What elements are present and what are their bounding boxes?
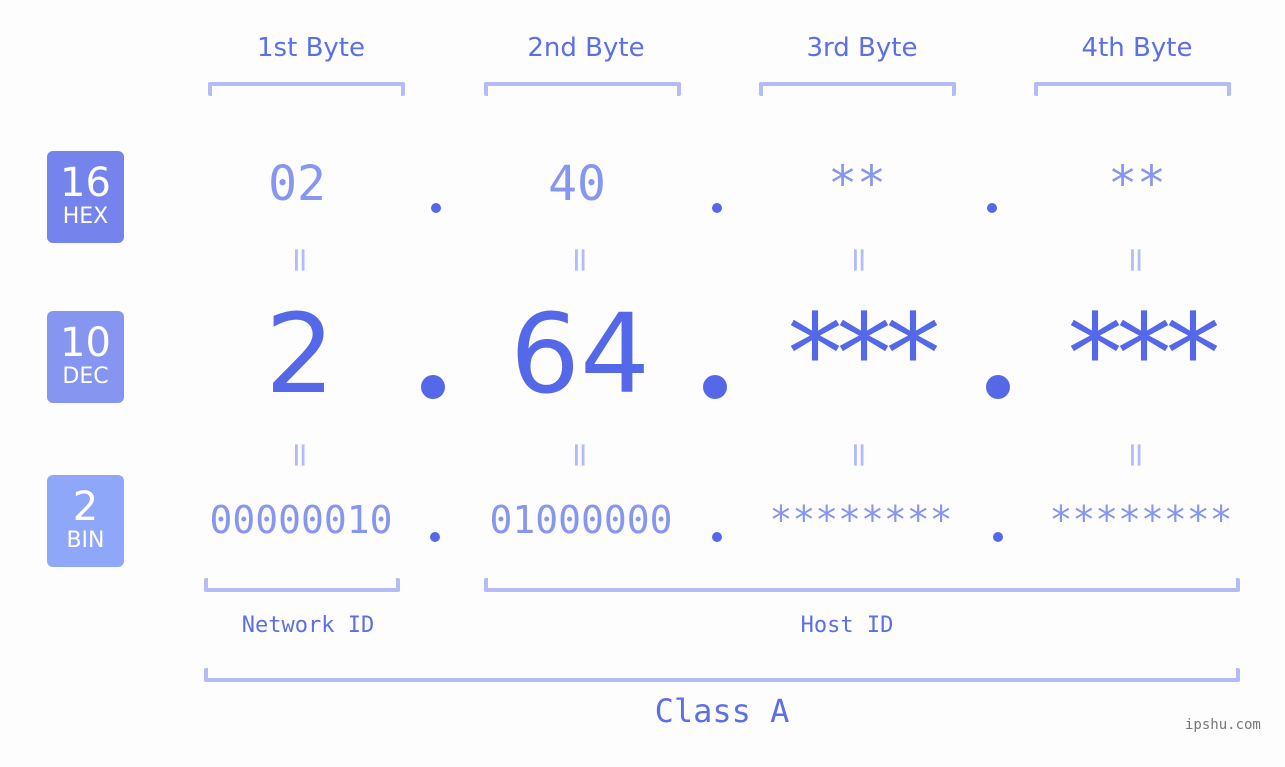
hex-badge-base: 16 <box>60 160 111 206</box>
equals-sign: = <box>560 245 600 275</box>
equals-sign: = <box>1116 245 1156 275</box>
bin-separator-dot <box>430 532 440 542</box>
hex-byte-4: ** <box>1108 156 1166 212</box>
dec-separator-dot <box>421 375 445 399</box>
class-bracket <box>204 668 1240 682</box>
class-label: Class A <box>654 692 790 730</box>
host-id-label: Host ID <box>800 613 894 638</box>
byte-header-1: 1st Byte <box>257 33 365 63</box>
dec-badge: 10 DEC <box>47 311 124 403</box>
hex-byte-3: ** <box>828 156 886 212</box>
bin-byte-4: ******** <box>1049 498 1233 542</box>
bin-badge-base: 2 <box>72 484 99 530</box>
byte-bracket-3 <box>759 82 956 96</box>
byte-header-3: 3rd Byte <box>806 33 918 63</box>
hex-badge-label: HEX <box>62 204 109 229</box>
equals-sign: = <box>1116 440 1156 470</box>
equals-sign: = <box>560 440 600 470</box>
byte-bracket-4 <box>1034 82 1231 96</box>
dec-separator-dot <box>986 375 1010 399</box>
bin-byte-3: ******** <box>769 498 953 542</box>
bin-badge: 2 BIN <box>47 475 124 567</box>
byte-bracket-2 <box>484 82 681 96</box>
dec-byte-4: *** <box>1067 290 1221 418</box>
network-id-label: Network ID <box>241 613 375 638</box>
byte-header-4: 4th Byte <box>1081 33 1193 63</box>
equals-sign: = <box>280 245 320 275</box>
dec-separator-dot <box>703 375 727 399</box>
hex-badge: 16 HEX <box>47 151 124 243</box>
bin-byte-1: 00000010 <box>209 498 393 542</box>
bin-badge-label: BIN <box>66 528 105 553</box>
bin-byte-2: 01000000 <box>489 498 673 542</box>
equals-sign: = <box>839 440 879 470</box>
bin-separator-dot <box>993 532 1003 542</box>
hex-separator-dot <box>712 203 722 213</box>
byte-header-2: 2nd Byte <box>527 33 645 63</box>
hex-separator-dot <box>987 203 997 213</box>
dec-badge-base: 10 <box>60 320 111 366</box>
equals-sign: = <box>280 440 320 470</box>
hex-byte-2: 40 <box>548 156 606 212</box>
watermark: ipshu.com <box>1185 717 1261 733</box>
host-id-bracket <box>484 578 1240 592</box>
equals-sign: = <box>839 245 879 275</box>
dec-byte-2: 64 <box>510 290 650 418</box>
dec-byte-1: 2 <box>265 290 335 418</box>
bin-separator-dot <box>712 532 722 542</box>
dec-byte-3: *** <box>787 290 941 418</box>
network-id-bracket <box>204 578 400 592</box>
dec-badge-label: DEC <box>62 364 109 389</box>
hex-separator-dot <box>431 203 441 213</box>
hex-byte-1: 02 <box>268 156 326 212</box>
byte-bracket-1 <box>208 82 405 96</box>
